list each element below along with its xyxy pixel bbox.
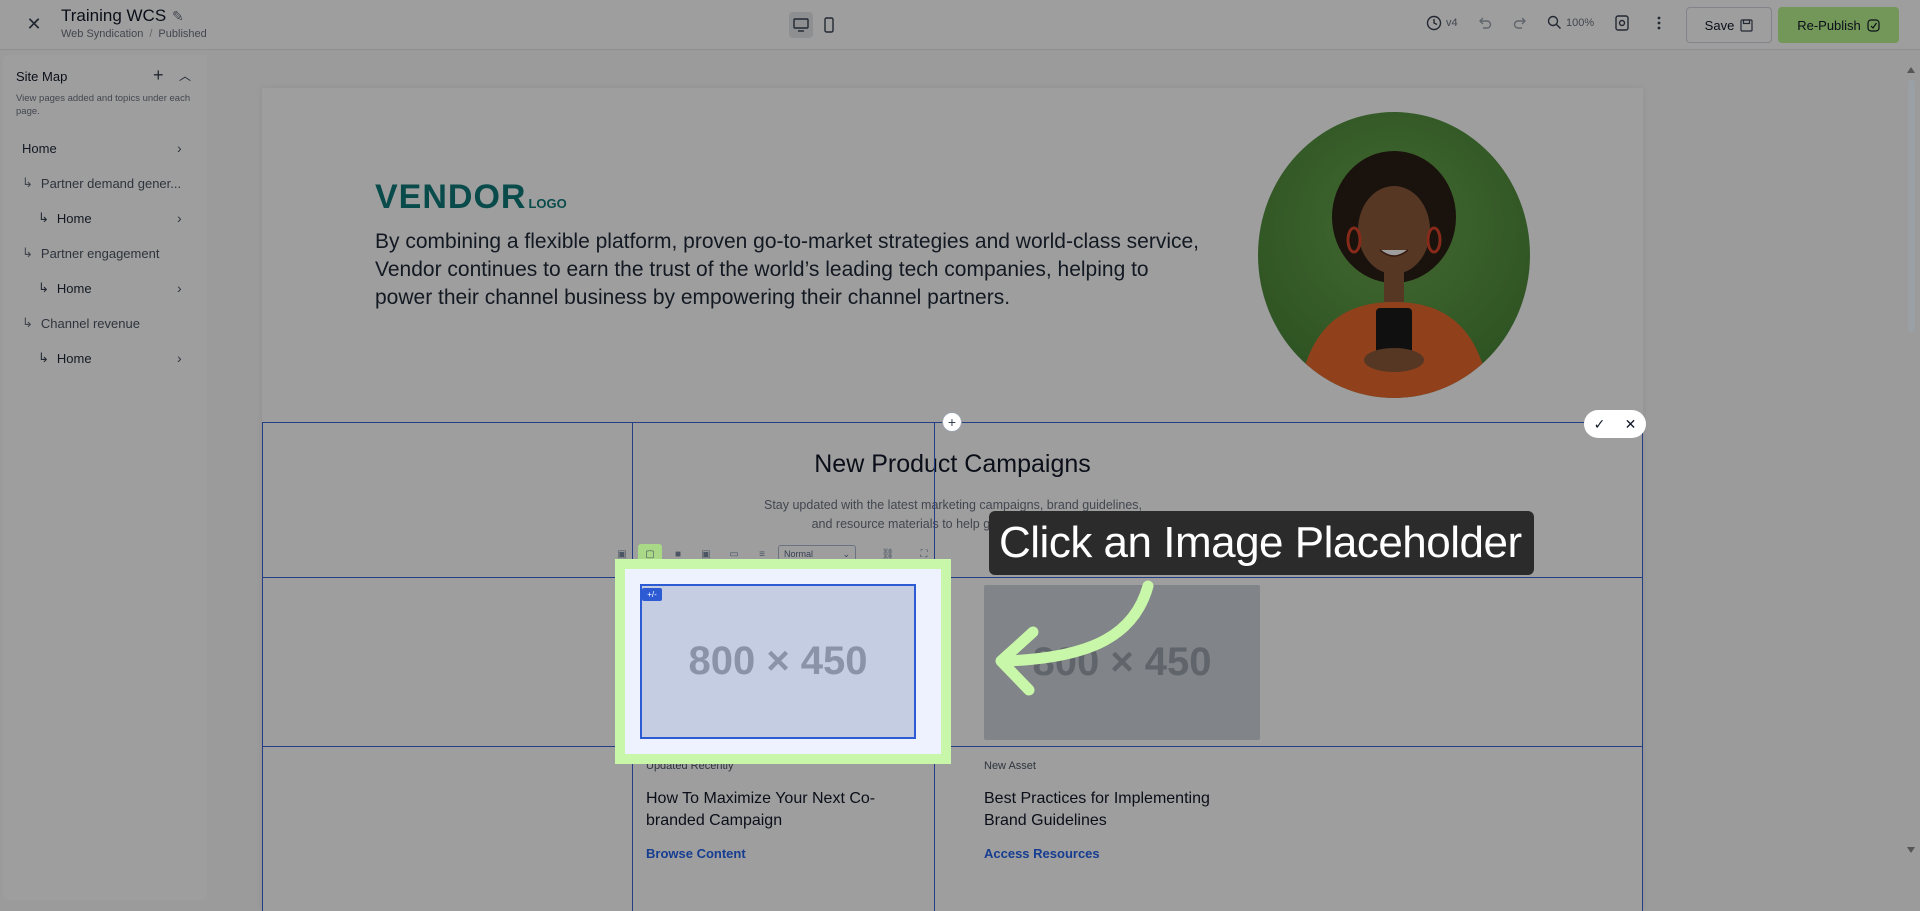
resize-badge[interactable]: +/- (642, 588, 662, 601)
tutorial-callout: Click an Image Placeholder (989, 511, 1534, 575)
scrollbar-thumb[interactable] (1908, 80, 1915, 332)
callout-arrow-icon (995, 580, 1154, 696)
highlighted-image-placeholder[interactable]: 800 × 450 +/- (615, 559, 951, 764)
tutorial-overlay (0, 0, 1920, 911)
chevron-down-icon: ⌄ (842, 548, 850, 559)
add-section-icon[interactable]: + (942, 412, 962, 432)
section-actions: ✓ ✕ (1584, 410, 1646, 438)
confirm-icon[interactable]: ✓ (1594, 416, 1606, 433)
close-icon[interactable]: ✕ (1625, 416, 1637, 433)
image-placeholder[interactable]: 800 × 450 (640, 584, 916, 739)
size-select-value: Normal (784, 549, 814, 559)
